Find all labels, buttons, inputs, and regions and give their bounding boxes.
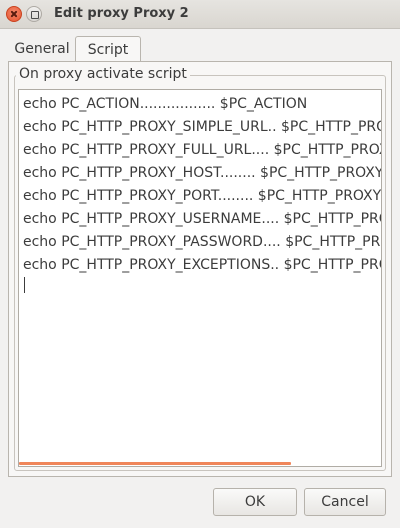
script-line: echo PC_HTTP_PROXY_SIMPLE_URL.. $PC_HTTP… bbox=[23, 119, 382, 135]
tab-general[interactable]: General bbox=[9, 36, 75, 62]
script-line: echo PC_HTTP_PROXY_PORT........ $PC_HTTP… bbox=[23, 188, 382, 204]
horizontal-scrollbar[interactable] bbox=[19, 461, 381, 466]
maximize-icon[interactable] bbox=[26, 6, 42, 22]
script-line: echo PC_HTTP_PROXY_PASSWORD.... $PC_HTTP… bbox=[23, 234, 381, 250]
close-icon[interactable] bbox=[6, 6, 22, 22]
script-line: echo PC_HTTP_PROXY_FULL_URL.... $PC_HTTP… bbox=[23, 142, 381, 158]
title-bar[interactable]: Edit proxy Proxy 2 bbox=[0, 0, 400, 29]
text-cursor bbox=[24, 277, 25, 293]
script-frame-label: On proxy activate script bbox=[16, 66, 190, 82]
script-tab-page: On proxy activate script echo PC_ACTION.… bbox=[8, 61, 392, 477]
script-line: echo PC_ACTION................. $PC_ACTI… bbox=[23, 96, 308, 112]
script-line: echo PC_HTTP_PROXY_HOST........ $PC_HTTP… bbox=[23, 165, 382, 181]
tab-script[interactable]: Script bbox=[75, 36, 141, 62]
edit-proxy-dialog: Edit proxy Proxy 2 General Script On pro… bbox=[0, 0, 400, 528]
cancel-button[interactable]: Cancel bbox=[304, 488, 386, 516]
window-title: Edit proxy Proxy 2 bbox=[54, 6, 189, 21]
script-line: echo PC_HTTP_PROXY_EXCEPTIONS.. $PC_HTTP… bbox=[23, 257, 382, 273]
script-line: echo PC_HTTP_PROXY_USERNAME.... $PC_HTTP… bbox=[23, 211, 381, 227]
script-editor[interactable]: echo PC_ACTION................. $PC_ACTI… bbox=[18, 89, 382, 467]
scrollbar-thumb[interactable] bbox=[19, 462, 291, 465]
ok-button[interactable]: OK bbox=[213, 488, 297, 516]
script-text: echo PC_ACTION................. $PC_ACTI… bbox=[23, 93, 382, 277]
